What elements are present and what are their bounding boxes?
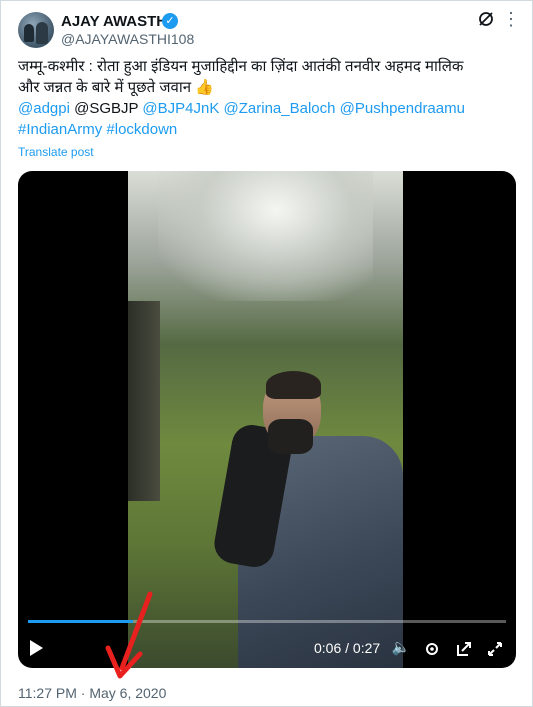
tweet-line-1: जम्मू-कश्मीर : रोता हुआ इंडियन मुजाहिद्द…: [18, 58, 464, 75]
hashtag-indianarmy[interactable]: #IndianArmy: [18, 121, 102, 138]
volume-icon[interactable]: 🔈: [391, 638, 411, 656]
mention-bjp4jnk[interactable]: @BJP4JnK: [142, 100, 219, 117]
play-icon[interactable]: [30, 640, 43, 656]
mention-pushpendraamu[interactable]: @Pushpendraamu: [340, 100, 465, 117]
mention-sgbjp[interactable]: @SGBJP: [74, 100, 138, 117]
tweet-text: जम्मू-कश्मीर : रोता हुआ इंडियन मुजाहिद्द…: [18, 56, 513, 140]
grok-icon[interactable]: [477, 10, 495, 28]
translate-link[interactable]: Translate post: [18, 145, 94, 159]
video-player[interactable]: 0:06 / 0:27 🔈: [18, 171, 516, 668]
mention-adgpi[interactable]: @adgpi: [18, 100, 70, 117]
tweet-line-2: और जन्नत के बारे में पूछते जवान: [18, 79, 192, 96]
mention-zarina-baloch[interactable]: @Zarina_Baloch: [224, 100, 336, 117]
settings-icon[interactable]: [422, 640, 442, 658]
video-time: 0:06 / 0:27: [314, 640, 381, 656]
hashtag-lockdown[interactable]: #lockdown: [106, 121, 177, 138]
tweet-timestamp[interactable]: 11:27 PM · May 6, 2020: [18, 685, 166, 701]
fullscreen-icon[interactable]: [485, 640, 505, 658]
annotation-arrow-icon: [105, 591, 153, 679]
popout-icon[interactable]: [454, 640, 474, 658]
verified-badge-icon: ✓: [162, 13, 178, 29]
display-name[interactable]: AJAY AWASTHI: [61, 13, 171, 30]
more-icon[interactable]: ⋮: [502, 9, 521, 30]
thumbs-up-emoji: 👍: [195, 79, 214, 96]
avatar[interactable]: [18, 12, 54, 48]
user-handle[interactable]: @AJAYAWASTHI108: [61, 31, 194, 47]
